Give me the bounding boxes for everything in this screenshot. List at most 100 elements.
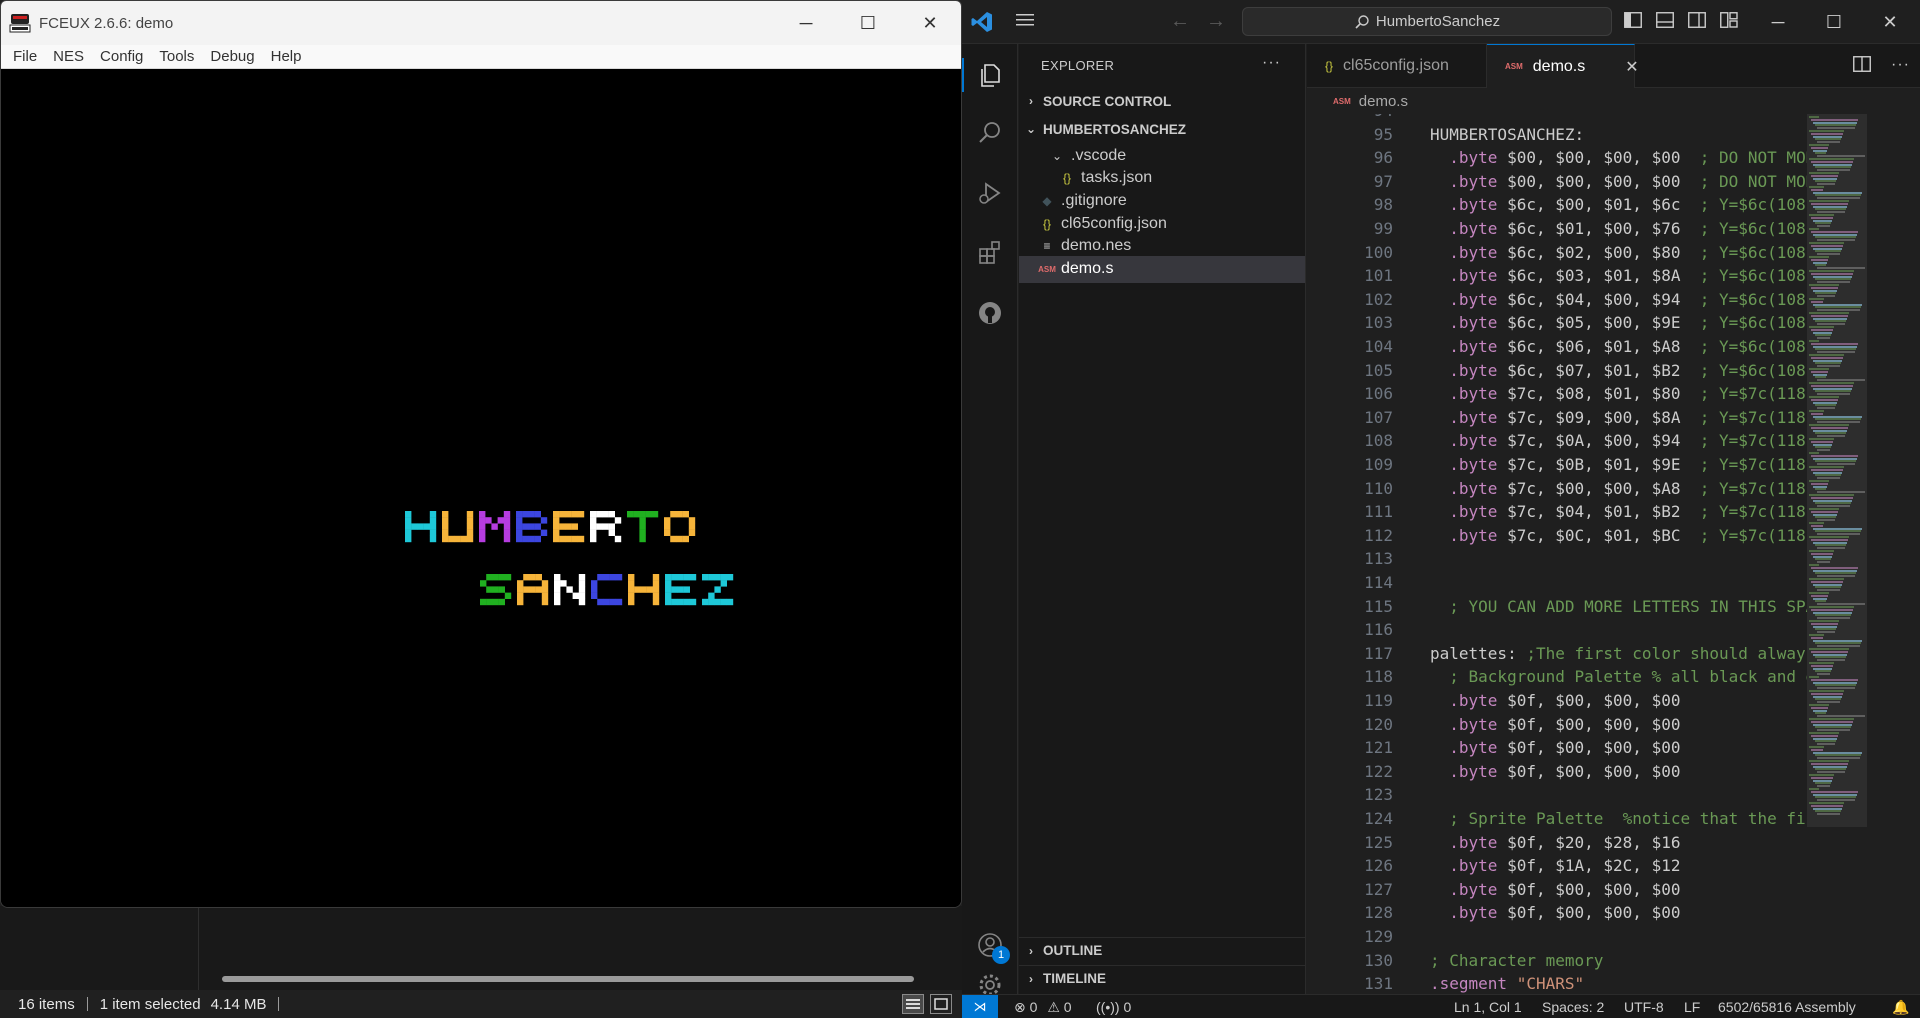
close-button[interactable]: ✕ [1862,0,1918,44]
ports-indicator[interactable]: ((•)) 0 [1096,999,1131,1015]
tab-cl65config[interactable]: {} cl65config.json [1307,44,1487,88]
timeline-section[interactable]: › TIMELINE [1019,965,1306,991]
minimap-line [1817,771,1845,774]
hamburger-menu-icon[interactable] [1016,12,1038,32]
breadcrumb[interactable]: ASM demo.s [1307,88,1920,114]
indentation[interactable]: Spaces: 2 [1542,999,1604,1015]
minimap-line [1815,768,1846,771]
minimap-line [1809,368,1829,370]
details-view-icon[interactable] [902,994,924,1014]
source-control-section[interactable]: › SOURCE CONTROL [1019,88,1306,114]
toggle-secondary-sidebar-icon[interactable] [1688,12,1708,30]
explorer-files-icon[interactable] [962,50,1018,100]
more-actions-icon[interactable]: ··· [1891,56,1910,77]
minimap-line [1811,174,1838,177]
menu-tools[interactable]: Tools [151,48,202,65]
minimap-line [1815,516,1836,519]
line-number: 131 [1364,974,1393,994]
minimap-line [1813,793,1857,796]
minimap-line [1815,698,1841,701]
command-center-search[interactable]: HumbertoSanchez [1242,7,1612,36]
game-screen[interactable] [1,69,961,907]
search-icon[interactable] [962,108,1018,158]
asm-file-icon: ASM [1333,96,1351,106]
line-number: 96 [1373,148,1393,168]
minimap-line [1817,351,1855,354]
chevron-right-icon: › [1029,94,1033,108]
close-button[interactable]: ✕ [899,1,961,45]
editor-tabs: {} cl65config.json ASM demo.s ✕ ··· [1307,44,1920,88]
minimap-line [1811,706,1828,709]
cursor-position[interactable]: Ln 1, Col 1 [1454,999,1522,1015]
line-number: 130 [1364,950,1393,970]
minimap-line [1817,463,1855,466]
minimap-line [1809,746,1824,748]
menu-file[interactable]: File [5,48,45,65]
section-label: SOURCE CONTROL [1043,93,1172,109]
back-arrow-icon[interactable]: ← [1170,10,1190,33]
horizontal-scrollbar[interactable] [222,976,914,982]
minimap-line [1815,166,1851,169]
minimap-line [1811,566,1858,569]
minimize-button[interactable]: ─ [1750,0,1806,44]
tree-item[interactable]: ASM demo.s [1019,255,1305,283]
tiles-view-icon[interactable] [930,994,952,1014]
minimap-line [1811,594,1828,597]
folder-section[interactable]: ⌄ HUMBERTOSANCHEZ [1019,116,1306,142]
line-number: 115 [1364,596,1393,616]
code-token: $00, $00, $00, $00 [1497,148,1700,168]
minimap-line [1811,454,1858,457]
line-number: 118 [1364,667,1393,687]
toggle-panel-icon[interactable] [1656,12,1676,30]
more-actions-icon[interactable]: ··· [1262,54,1281,72]
code-token: HUMBERTOSANCHEZ: [1430,124,1585,144]
close-tab-icon[interactable]: ✕ [1625,57,1638,77]
customize-layout-icon[interactable] [1720,12,1740,30]
run-debug-icon[interactable] [962,168,1018,218]
minimap[interactable] [1807,114,1920,994]
end-of-line[interactable]: LF [1684,999,1700,1015]
split-editor-icon[interactable] [1853,56,1871,77]
minimap-line [1809,326,1834,328]
notifications-bell-icon[interactable]: 🔔 [1892,999,1909,1016]
line-number: 110 [1364,478,1393,498]
menu-nes[interactable]: NES [45,48,92,65]
code-token: .byte [1430,337,1498,356]
menu-config[interactable]: Config [92,48,151,65]
file-explorer-status-bar: 16 items 1 item selected 4.14 MB [0,990,962,1018]
minimap-line [1809,228,1819,230]
code-text: .byte $0f, $20, $28, $16 [1430,833,1680,852]
game-title-line1-letter [553,511,585,543]
menu-help[interactable]: Help [263,48,310,65]
minimap-line [1815,222,1831,225]
code-token: .byte [1430,407,1498,427]
outline-section[interactable]: › OUTLINE [1019,937,1306,963]
extensions-icon[interactable] [962,228,1018,278]
code-token: .byte [1430,478,1498,498]
problems-indicator[interactable]: ⊗ 0 ⚠ 0 [1014,999,1072,1016]
minimap-line [1815,194,1861,197]
code-editor[interactable]: 94 95 HUMBERTOSANCHEZ: 96 .byte $00, $00, $… [1307,114,1920,994]
line-number: 102 [1364,289,1393,309]
minimap-line [1811,202,1848,205]
remote-indicator-icon[interactable]: ⋊ [962,995,998,1018]
language-mode[interactable]: 6502/65816 Assembly [1718,999,1856,1015]
tree-item-label: tasks.json [1081,169,1153,187]
tab-demo-s[interactable]: ASM demo.s ✕ [1487,44,1639,88]
encoding[interactable]: UTF-8 [1624,999,1664,1015]
menu-debug[interactable]: Debug [202,48,262,65]
window-title: FCEUX 2.6.6: demo [39,14,174,32]
code-token: $0f, $00, $00, $00 [1497,903,1681,923]
minimap-line [1809,564,1819,566]
line-number: 114 [1364,573,1393,592]
minimap-line [1817,169,1850,172]
maximize-button[interactable]: ☐ [1806,0,1862,44]
game-title-line2-letter [517,574,549,606]
code-token: $6c, $03, $01, $8A [1497,266,1700,286]
forward-arrow-icon[interactable]: → [1206,10,1226,33]
minimize-button[interactable]: ─ [775,1,837,45]
breadcrumb-file: demo.s [1358,92,1408,110]
maximize-button[interactable]: ☐ [837,1,899,45]
github-icon[interactable] [962,288,1018,338]
toggle-primary-sidebar-icon[interactable] [1624,12,1644,30]
